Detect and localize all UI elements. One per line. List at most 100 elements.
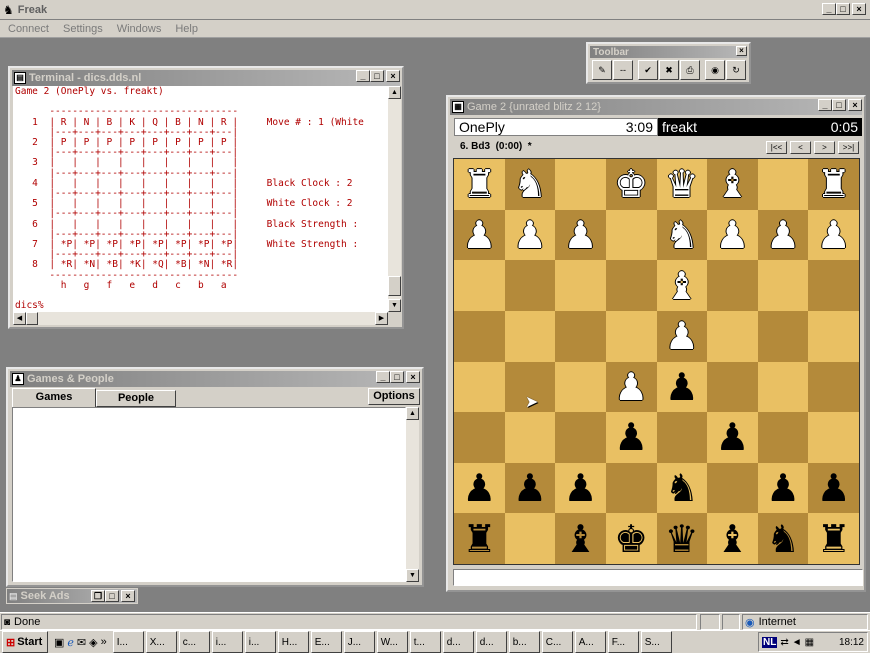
toolbar-pen-icon[interactable]: ✎: [592, 60, 612, 80]
board-square[interactable]: ♜: [454, 159, 505, 210]
scroll-right-icon[interactable]: ▶: [375, 312, 388, 325]
black-bishop-piece[interactable]: ♝: [564, 520, 598, 558]
board-square[interactable]: ♟: [808, 462, 859, 514]
board-square[interactable]: [757, 159, 809, 210]
game-close-button[interactable]: ×: [848, 99, 862, 111]
taskbar-item[interactable]: C...: [541, 631, 573, 653]
chess-board[interactable]: ♜ ♞ ♚ ♛ ♝ ♜ ♟ ♟ ♟ ♞ ♟ ♟ ♟ ♝ ♟ ♟ ♟ ♟ ♟ ♟ ♟ ♟ ♞ ♟ ♟ ♜ ♝ ♚ ♛ ♝ ♞ ♜: [453, 158, 860, 565]
ql-more-icon[interactable]: »: [101, 636, 107, 649]
scroll-left-icon[interactable]: ◀: [13, 312, 26, 325]
tray-volume-icon[interactable]: ◄: [792, 637, 802, 648]
board-square[interactable]: ♟: [454, 462, 505, 514]
board-square[interactable]: ♟: [504, 209, 556, 261]
board-square[interactable]: ♟: [757, 462, 809, 514]
board-square[interactable]: [454, 310, 505, 362]
white-pawn-piece[interactable]: ♟: [766, 216, 800, 254]
board-square[interactable]: [707, 260, 758, 311]
black-pawn-piece[interactable]: ♟: [766, 469, 800, 507]
taskbar-item[interactable]: d...: [442, 631, 474, 653]
board-square[interactable]: [707, 310, 758, 362]
board-square[interactable]: ♜: [454, 513, 505, 564]
board-square[interactable]: ♝: [707, 159, 758, 210]
white-pawn-piece[interactable]: ♟: [614, 368, 648, 406]
board-square[interactable]: [454, 412, 505, 463]
gp-maximize-button[interactable]: □: [390, 371, 404, 383]
gp-scroll-down-icon[interactable]: ▼: [406, 569, 419, 582]
board-square[interactable]: ♛: [656, 159, 708, 210]
board-square[interactable]: [757, 310, 809, 362]
scroll-thumb[interactable]: [388, 276, 401, 296]
board-square[interactable]: [757, 260, 809, 311]
terminal-maximize-button[interactable]: □: [370, 70, 384, 82]
move-input[interactable]: [453, 569, 863, 586]
taskbar-item[interactable]: i...: [211, 631, 243, 653]
board-square[interactable]: ♟: [555, 209, 606, 261]
board-square[interactable]: ♞: [757, 513, 809, 564]
board-square[interactable]: [605, 260, 657, 311]
white-bishop-piece[interactable]: ♝: [715, 165, 749, 203]
terminal-minimize-button[interactable]: _: [356, 70, 370, 82]
taskbar-item[interactable]: t...: [409, 631, 441, 653]
board-square[interactable]: [504, 260, 556, 311]
black-pawn-piece[interactable]: ♟: [513, 469, 547, 507]
tab-games[interactable]: Games: [12, 388, 96, 407]
tab-people[interactable]: People: [96, 390, 176, 407]
start-button[interactable]: ⊞ Start: [2, 631, 48, 653]
white-knight-piece[interactable]: ♞: [513, 165, 547, 203]
taskbar-item[interactable]: E...: [310, 631, 342, 653]
black-pawn-piece[interactable]: ♟: [715, 418, 749, 456]
board-square[interactable]: [555, 159, 606, 210]
games-list-vscrollbar[interactable]: ▲ ▼: [406, 407, 419, 582]
toolbar-dash-icon[interactable]: --: [613, 60, 633, 80]
board-square[interactable]: [555, 412, 606, 463]
minimize-button[interactable]: _: [822, 3, 836, 15]
taskbar-item[interactable]: c...: [178, 631, 210, 653]
board-square[interactable]: [757, 412, 809, 463]
board-square[interactable]: [504, 513, 556, 564]
taskbar-item[interactable]: I...: [112, 631, 144, 653]
toolbar-print-icon[interactable]: ⎙: [680, 60, 700, 80]
white-king-piece[interactable]: ♚: [614, 165, 648, 203]
scroll-up-icon[interactable]: ▲: [388, 86, 401, 99]
board-square[interactable]: ♟: [757, 209, 809, 261]
options-button[interactable]: Options: [368, 388, 420, 405]
toolbar-refresh-icon[interactable]: ↻: [726, 60, 746, 80]
close-button[interactable]: ×: [852, 3, 866, 15]
board-square[interactable]: ♚: [605, 513, 657, 564]
black-rook-piece[interactable]: ♜: [817, 520, 851, 558]
seek-ads-window[interactable]: ▤ Seek Ads ❐ □ ×: [6, 588, 138, 604]
board-square[interactable]: ♟: [605, 361, 657, 413]
board-square[interactable]: [605, 462, 657, 514]
taskbar-item[interactable]: S...: [640, 631, 672, 653]
board-square[interactable]: ♟: [504, 462, 556, 514]
board-square[interactable]: [605, 209, 657, 261]
board-square[interactable]: [656, 412, 708, 463]
games-list[interactable]: [12, 407, 406, 582]
black-pawn-piece[interactable]: ♟: [817, 469, 851, 507]
black-rook-piece[interactable]: ♜: [462, 520, 496, 558]
terminal-hscrollbar[interactable]: ◀ ▶: [13, 312, 388, 325]
gp-close-button[interactable]: ×: [406, 371, 420, 383]
black-pawn-piece[interactable]: ♟: [665, 368, 699, 406]
board-square[interactable]: ♟: [707, 412, 758, 463]
board-square[interactable]: ♟: [605, 412, 657, 463]
board-square[interactable]: [555, 361, 606, 413]
terminal-output[interactable]: Game 2 (OnePly vs. freakt) -------------…: [13, 86, 388, 312]
white-queen-piece[interactable]: ♛: [665, 165, 699, 203]
board-square[interactable]: ♝: [707, 513, 758, 564]
terminal-vscrollbar[interactable]: ▲ ▼: [388, 86, 401, 312]
maximize-button[interactable]: □: [836, 3, 850, 15]
toolbar-check-icon[interactable]: ✔: [638, 60, 658, 80]
white-pawn-piece[interactable]: ♟: [564, 216, 598, 254]
taskbar-item[interactable]: J...: [343, 631, 375, 653]
white-rook-piece[interactable]: ♜: [462, 165, 496, 203]
board-square[interactable]: ♜: [808, 159, 859, 210]
hscroll-thumb[interactable]: [26, 312, 38, 325]
board-square[interactable]: ♞: [504, 159, 556, 210]
board-square[interactable]: ♝: [656, 260, 708, 311]
toolbar-close-button[interactable]: ×: [736, 46, 747, 56]
menu-help[interactable]: Help: [175, 23, 198, 35]
taskbar-item[interactable]: W...: [376, 631, 408, 653]
toolbar-cancel-icon[interactable]: ✖: [659, 60, 679, 80]
board-square[interactable]: [504, 412, 556, 463]
